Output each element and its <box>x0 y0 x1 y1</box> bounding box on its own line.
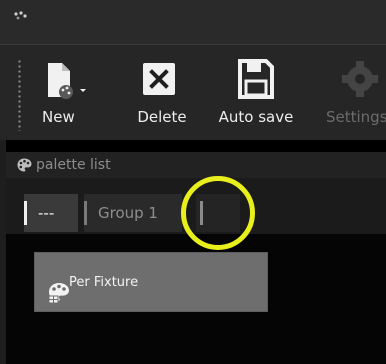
palette-item-label: Per Fixture <box>69 275 139 290</box>
tab-label: Group 1 <box>98 204 158 222</box>
new-label: New <box>42 108 75 126</box>
tab-marker <box>24 201 27 225</box>
settings-button[interactable]: Settings <box>322 45 386 140</box>
gear-icon <box>342 61 378 97</box>
toolbar-grip[interactable] <box>18 59 21 131</box>
settings-label: Settings <box>326 108 386 126</box>
save-icon <box>238 59 274 99</box>
new-file-icon <box>48 63 86 99</box>
highlight-circle <box>181 176 255 250</box>
palette-fixture-icon <box>48 283 69 304</box>
palette-icon <box>17 158 32 172</box>
tab-label: --- <box>38 204 55 222</box>
auto-save-label: Auto save <box>218 108 294 126</box>
app-window: New Delete Auto save Settings palette li… <box>0 0 386 364</box>
toolbar: New Delete Auto save Settings <box>0 45 386 140</box>
auto-save-button[interactable]: Auto save <box>210 45 302 140</box>
delete-icon <box>143 63 175 95</box>
app-icon <box>14 11 27 20</box>
tab-all-groups[interactable]: --- <box>24 194 78 232</box>
tab-group-1[interactable]: Group 1 <box>84 194 182 232</box>
panel-title: palette list <box>36 157 111 173</box>
palette-panel-header: palette list <box>6 152 386 178</box>
delete-button[interactable]: Delete <box>126 45 198 140</box>
new-button[interactable]: New <box>34 45 96 140</box>
tab-marker <box>84 201 87 225</box>
palette-item-per-fixture[interactable]: Per Fixture <box>34 252 268 312</box>
title-bar <box>0 0 386 45</box>
delete-label: Delete <box>137 108 187 126</box>
